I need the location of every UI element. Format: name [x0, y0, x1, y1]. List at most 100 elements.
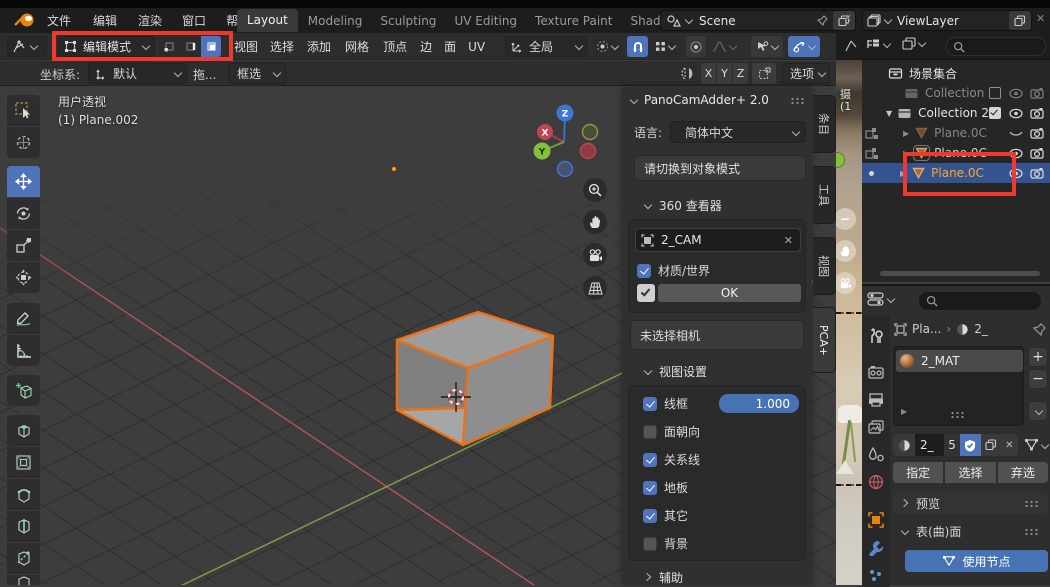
panel-collapse-chevron[interactable] — [630, 97, 637, 104]
viewlayer-icon[interactable] — [867, 14, 881, 27]
tab-uv-editing[interactable]: UV Editing — [446, 14, 525, 28]
material-users-button[interactable]: 5 — [944, 434, 960, 456]
ortho-grid-button[interactable] — [583, 276, 607, 300]
properties-editor-selector[interactable] — [867, 291, 894, 307]
camera-view-button[interactable] — [583, 243, 607, 267]
add-slot-button[interactable]: + — [1028, 347, 1048, 367]
camera-zoom-button[interactable]: − — [836, 208, 856, 230]
collection2-render-icon[interactable] — [1030, 107, 1044, 119]
breadcrumb-object-label[interactable]: Pla... — [912, 322, 941, 336]
pivot-point-dropdown[interactable] — [592, 36, 622, 57]
plane2-render-icon[interactable] — [1030, 147, 1044, 159]
panel-title[interactable]: PanoCamAdder+ 2.0 — [644, 93, 790, 107]
snap-settings-dropdown[interactable] — [649, 36, 681, 57]
options-dropdown[interactable]: 选项 — [782, 63, 830, 84]
tool-rotate[interactable] — [7, 198, 40, 229]
tab-modifier-properties[interactable] — [868, 540, 884, 556]
wireframe-slider[interactable]: 1.000 — [719, 394, 799, 413]
tool-extrude[interactable] — [7, 415, 40, 446]
relations-checkbox[interactable] — [643, 453, 657, 467]
menu-add[interactable]: 添加 — [300, 38, 338, 55]
aux-section-title[interactable]: 辅助 — [659, 569, 683, 586]
collection2-expand-icon[interactable]: ▼ — [886, 109, 892, 118]
outliner-row-plane1[interactable]: ▶ Plane.0C — [862, 123, 1050, 143]
outliner-row-collection[interactable]: Collection — [862, 83, 1050, 103]
outliner-display-mode-dropdown[interactable] — [902, 37, 925, 50]
tab-world-properties[interactable] — [868, 474, 884, 490]
mesh-cube[interactable] — [397, 312, 553, 445]
face-orient-checkbox[interactable] — [643, 425, 657, 439]
other-checkbox[interactable] — [643, 509, 657, 523]
scene-icon[interactable] — [666, 14, 682, 28]
sidebar-tab-pca[interactable]: PCA+ — [813, 307, 836, 373]
remove-slot-button[interactable]: − — [1028, 369, 1048, 389]
menu-file[interactable]: 文件 — [36, 12, 82, 29]
fake-user-button[interactable] — [960, 434, 981, 456]
tab-modeling[interactable]: Modeling — [300, 14, 371, 28]
slot-list-grip[interactable] — [950, 411, 966, 418]
breadcrumb-pin-icon[interactable] — [1033, 323, 1046, 336]
camera-viewport[interactable]: 摄 (1 − — [836, 33, 862, 585]
menu-uv[interactable]: UV — [462, 40, 491, 54]
view-section-chevron[interactable] — [644, 368, 651, 375]
use-nodes-button[interactable]: 使用节点 — [905, 550, 1048, 572]
material-copy-button[interactable] — [981, 434, 1000, 456]
ok-button[interactable]: OK — [658, 284, 801, 302]
material-slot-row[interactable]: 2_MAT — [896, 350, 1023, 372]
tool-select-box[interactable] — [7, 95, 40, 126]
viewlayer-dropdown-chevron[interactable] — [884, 17, 891, 24]
assign-button[interactable]: 指定 — [893, 462, 943, 483]
pan-button[interactable] — [583, 210, 607, 234]
menu-view[interactable]: 视图 — [228, 38, 264, 55]
slot-specials-button[interactable] — [1028, 401, 1048, 421]
transform-orientation-dropdown[interactable]: 全局 — [505, 36, 587, 57]
mirror-z-button[interactable]: Z — [733, 63, 748, 84]
proportional-falloff-dropdown[interactable] — [707, 36, 741, 57]
new-viewlayer-copy-icon[interactable] — [1009, 11, 1031, 30]
tool-bevel[interactable] — [7, 479, 40, 510]
surface-panel-header[interactable]: 表(曲)面 — [893, 520, 1048, 542]
scene-name[interactable]: Scene — [695, 14, 816, 28]
menu-face[interactable]: 面 — [438, 38, 462, 55]
proportional-editing-button[interactable] — [686, 36, 706, 57]
tab-particles-properties[interactable] — [868, 568, 884, 584]
tab-viewlayer-properties[interactable] — [868, 420, 884, 434]
aux-section-chevron[interactable] — [644, 574, 651, 581]
viewlayer-remove-icon[interactable]: ✕ — [1036, 12, 1045, 25]
plane3-render-icon[interactable] — [1030, 167, 1044, 179]
box-select-dropdown[interactable]: 框选 — [228, 63, 286, 84]
snap-toggle-button[interactable] — [627, 36, 648, 57]
plane1-hide-icon[interactable] — [1009, 128, 1023, 139]
mirror-y-button[interactable]: Y — [717, 63, 732, 84]
select-button[interactable]: 选择 — [945, 462, 995, 483]
preview-panel-header[interactable]: 预览 — [893, 492, 1048, 514]
menu-render[interactable]: 渲染 — [128, 12, 172, 29]
tool-annotate[interactable] — [7, 303, 40, 334]
tool-cursor[interactable] — [7, 127, 40, 158]
pin-icon[interactable] — [816, 14, 829, 27]
scene-unlink-icon[interactable]: ✕ — [843, 12, 852, 25]
switch-mode-button[interactable]: 请切换到对象模式 — [634, 155, 806, 181]
floor-checkbox[interactable] — [643, 481, 657, 495]
collection-render-icon[interactable] — [1030, 87, 1044, 99]
language-dropdown[interactable]: 简体中文 — [670, 121, 806, 143]
outliner-search-field[interactable] — [946, 37, 1046, 56]
sidebar-tab-tool[interactable]: 工具 — [813, 166, 836, 224]
snap-base-button[interactable] — [752, 63, 776, 84]
camera-clear-icon[interactable]: ✕ — [784, 234, 793, 247]
show-gizmo-dropdown[interactable] — [751, 36, 783, 57]
collection2-exclude-checkbox[interactable] — [989, 107, 1001, 119]
tab-object-properties[interactable] — [868, 512, 884, 528]
tool-inset[interactable] — [7, 447, 40, 478]
panel-grip[interactable] — [790, 97, 806, 104]
camera-object-field[interactable]: 2_CAM ✕ — [635, 228, 801, 252]
material-unlink-button[interactable]: ✕ — [1001, 434, 1018, 456]
tool-poly-build[interactable] — [7, 575, 40, 585]
zoom-button[interactable] — [583, 178, 607, 202]
plane1-render-icon[interactable] — [1030, 127, 1044, 139]
camera-gizmo-y-ball[interactable] — [836, 152, 845, 168]
tab-output-properties[interactable] — [868, 393, 884, 407]
properties-search-field[interactable] — [918, 291, 1042, 311]
collection-hide-icon[interactable] — [1009, 88, 1023, 99]
tool-move[interactable] — [7, 166, 40, 197]
